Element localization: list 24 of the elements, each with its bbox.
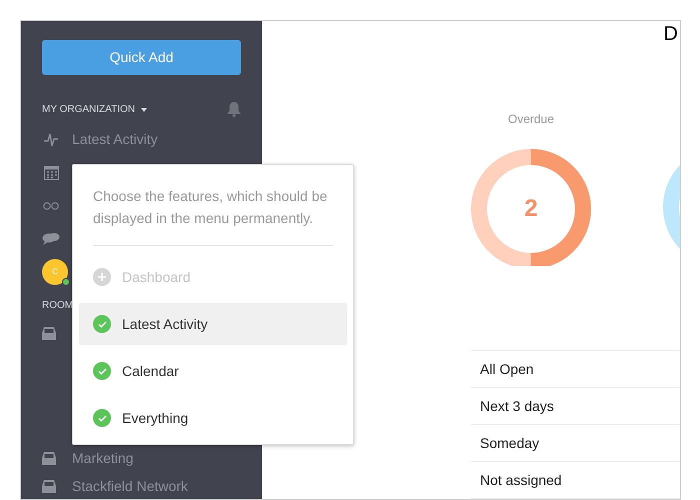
organization-dropdown[interactable]: MY ORGANIZATION xyxy=(42,102,147,118)
overdue-count: 2 xyxy=(523,194,539,224)
inbox-icon xyxy=(42,452,56,464)
pulse-icon xyxy=(43,132,59,148)
filter-row[interactable]: Not assigned xyxy=(471,462,680,499)
filter-row[interactable]: All Open xyxy=(471,351,680,388)
caret-icon xyxy=(140,108,147,112)
filter-row[interactable]: Someday xyxy=(471,425,680,462)
inbox-icon xyxy=(42,480,56,492)
chat-bubbles-icon xyxy=(42,232,60,246)
popover-description: Choose the features, which should be displayed in the menu permanently. xyxy=(93,187,328,228)
inbox-icon xyxy=(42,326,56,340)
option-label: Dashboard xyxy=(122,268,190,286)
option-label: Calendar xyxy=(122,362,179,380)
bell-icon[interactable] xyxy=(227,102,241,118)
option-label: Everything xyxy=(122,408,188,428)
rooms-header: ROOM xyxy=(42,299,74,313)
calendar-icon xyxy=(44,165,58,180)
option-label: Latest Activity xyxy=(122,314,208,334)
filter-row[interactable]: Next 3 days xyxy=(471,388,680,425)
feature-option[interactable]: Latest Activity xyxy=(79,303,347,345)
infinity-icon xyxy=(43,202,59,210)
overdue-label: Overdue xyxy=(508,111,554,128)
page-heading: D xyxy=(664,23,678,46)
